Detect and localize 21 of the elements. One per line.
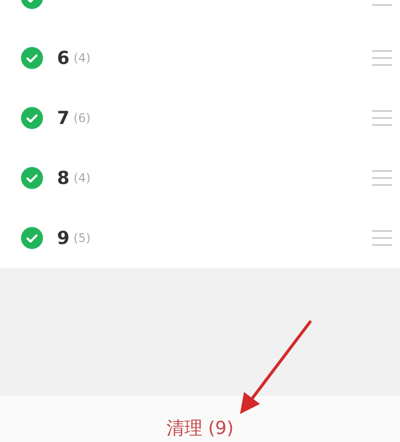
list-row[interactable]: 6 (4) bbox=[0, 28, 400, 88]
drag-handle-icon[interactable] bbox=[372, 50, 392, 66]
checkbox[interactable] bbox=[21, 167, 43, 189]
item-label: 6 bbox=[57, 48, 70, 68]
drag-handle-icon[interactable] bbox=[372, 230, 392, 246]
list-row[interactable]: 8 (4) bbox=[0, 148, 400, 208]
clean-button[interactable]: 清理 (9) bbox=[166, 416, 234, 440]
item-count: (6) bbox=[74, 111, 91, 125]
item-count: (4) bbox=[74, 51, 91, 65]
drag-handle-icon[interactable] bbox=[372, 170, 392, 186]
checkbox[interactable] bbox=[21, 47, 43, 69]
item-label: 7 bbox=[57, 108, 70, 128]
list-row[interactable]: 9 (5) bbox=[0, 208, 400, 268]
item-label: 9 bbox=[57, 228, 70, 248]
item-label: 8 bbox=[57, 168, 70, 188]
drag-handle-icon[interactable] bbox=[372, 110, 392, 126]
item-count: (4) bbox=[74, 171, 91, 185]
item-count: (5) bbox=[74, 231, 91, 245]
list-row[interactable]: 7 (6) bbox=[0, 88, 400, 148]
checkbox[interactable] bbox=[21, 107, 43, 129]
checkbox[interactable] bbox=[21, 227, 43, 249]
